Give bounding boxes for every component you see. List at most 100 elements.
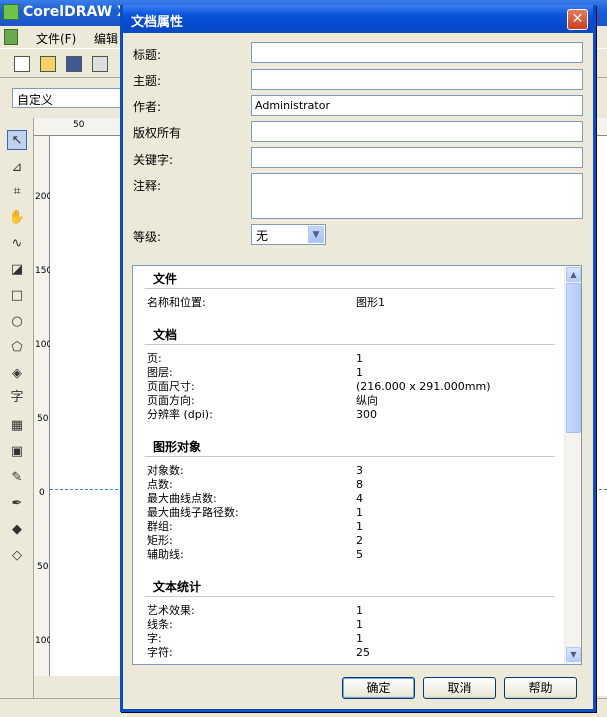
new-document-icon[interactable] xyxy=(14,56,30,72)
info-key: 线条: xyxy=(147,618,173,631)
section-heading: 文件 xyxy=(153,272,178,286)
info-value: 2 xyxy=(356,534,363,547)
section-heading: 文档 xyxy=(153,328,178,342)
ruler-v-label: 50 xyxy=(37,562,49,572)
author-field[interactable]: Administrator xyxy=(251,95,583,116)
info-key: 艺术效果: xyxy=(147,604,195,617)
interactive-fill-tool-icon[interactable]: ◇ xyxy=(7,546,27,566)
info-key: 图层: xyxy=(147,366,173,379)
polygon-tool-icon[interactable]: ⬠ xyxy=(7,338,27,358)
info-value: 1 xyxy=(356,632,363,645)
menu-file[interactable]: 文件(F) xyxy=(36,30,76,47)
info-key: 点数: xyxy=(147,478,173,491)
open-folder-icon[interactable] xyxy=(40,56,56,72)
rectangle-tool-icon[interactable]: □ xyxy=(7,286,27,306)
ellipse-tool-icon[interactable]: ○ xyxy=(7,312,27,332)
info-key: 名称和位置: xyxy=(147,296,206,309)
table-tool-icon[interactable]: ▦ xyxy=(7,416,27,436)
vertical-ruler: 200 150 100 50 0 50 100 xyxy=(34,136,52,696)
text-tool-icon[interactable]: 字 xyxy=(7,388,27,408)
pick-tool-icon[interactable]: ↖ xyxy=(7,130,27,150)
document-icon[interactable] xyxy=(4,29,18,45)
title-field[interactable] xyxy=(251,42,583,63)
section-divider xyxy=(145,344,555,345)
info-value: 1 xyxy=(356,520,363,533)
info-value: 图形1 xyxy=(356,296,385,309)
keywords-field[interactable] xyxy=(251,147,583,168)
page-navigator xyxy=(34,676,120,696)
info-value: 3 xyxy=(356,464,363,477)
ruler-h-label: 50 xyxy=(73,120,85,130)
pan-tool-icon[interactable]: ✋ xyxy=(7,208,27,228)
info-value: (216.000 x 291.000mm) xyxy=(356,380,491,393)
copyright-field[interactable] xyxy=(251,121,583,142)
keywords-label: 关键字: xyxy=(133,153,174,167)
ruler-v-label: 50 xyxy=(37,414,49,424)
menu-edit[interactable]: 编辑 xyxy=(94,30,118,47)
info-value: 1 xyxy=(356,604,363,617)
info-value: 300 xyxy=(356,408,377,421)
subject-field[interactable] xyxy=(251,69,583,90)
ok-button[interactable]: 确定 xyxy=(342,677,415,699)
section-heading: 文本统计 xyxy=(153,580,202,594)
comments-label: 注释: xyxy=(133,179,162,193)
info-key: 页面尺寸: xyxy=(147,380,195,393)
info-key: 辅助线: xyxy=(147,548,184,561)
copyright-label: 版权所有 xyxy=(133,126,182,140)
rating-value: 无 xyxy=(256,229,269,243)
info-value: 4 xyxy=(356,492,363,505)
basic-shapes-tool-icon[interactable]: ◈ xyxy=(7,364,27,384)
info-value: 1 xyxy=(356,506,363,519)
print-icon[interactable] xyxy=(92,56,108,72)
fill-tool-icon[interactable]: ◆ xyxy=(7,520,27,540)
info-key: 最大曲线点数: xyxy=(147,492,217,505)
info-value: 25 xyxy=(356,646,370,659)
section-heading: 图形对象 xyxy=(153,440,202,454)
scroll-down-icon[interactable]: ▼ xyxy=(566,647,581,662)
info-key: 对象数: xyxy=(147,464,184,477)
info-value: 5 xyxy=(356,548,363,561)
toolbox: ↖ ⊿ ⌗ ✋ ∿ ◪ □ ○ ⬠ ◈ 字 ▦ ▣ ✎ ✒ ◆ ◇ xyxy=(0,118,34,698)
shape-tool-icon[interactable]: ⊿ xyxy=(7,158,27,178)
section-divider xyxy=(145,596,555,597)
subject-label: 主题: xyxy=(133,74,162,88)
freehand-tool-icon[interactable]: ∿ xyxy=(7,234,27,254)
eyedropper-tool-icon[interactable]: ✎ xyxy=(7,468,27,488)
info-key: 群组: xyxy=(147,520,173,533)
scroll-thumb[interactable] xyxy=(566,283,581,433)
info-value: 1 xyxy=(356,352,363,365)
dialog-title-bar: 文档属性 ✕ xyxy=(123,5,593,33)
comments-field[interactable] xyxy=(251,173,583,219)
info-value: 1 xyxy=(356,618,363,631)
close-button[interactable]: ✕ xyxy=(567,9,588,30)
help-button[interactable]: 帮助 xyxy=(504,677,577,699)
shadow-tool-icon[interactable]: ▣ xyxy=(7,442,27,462)
info-key: 页面方向: xyxy=(147,394,195,407)
info-value: 1 xyxy=(356,366,363,379)
cancel-button[interactable]: 取消 xyxy=(423,677,496,699)
document-properties-dialog: 文档属性 ✕ 标题: 主题: 作者: Administrator 版权所有 关键… xyxy=(120,5,596,712)
author-label: 作者: xyxy=(133,100,162,114)
document-info-panel[interactable]: 文件 名称和位置: 图形1 文档 页: 1 图层: 1 页面尺寸: (216.0… xyxy=(132,265,582,665)
smart-fill-tool-icon[interactable]: ◪ xyxy=(7,260,27,280)
rating-select[interactable]: 无 ▼ xyxy=(251,224,326,245)
info-value: 纵向 xyxy=(356,394,378,407)
ruler-v-label: 0 xyxy=(39,488,45,498)
section-divider xyxy=(145,288,555,289)
info-key: 页: xyxy=(147,352,162,365)
info-key: 矩形: xyxy=(147,534,173,547)
page-preset-select[interactable]: 自定义 xyxy=(12,88,122,108)
rating-label: 等级: xyxy=(133,230,162,244)
info-scrollbar[interactable]: ▲ ▼ xyxy=(564,266,581,664)
chevron-down-icon[interactable]: ▼ xyxy=(308,226,324,243)
info-key: 分辨率 (dpi): xyxy=(147,408,213,421)
save-icon[interactable] xyxy=(66,56,82,72)
title-label: 标题: xyxy=(133,48,162,62)
scroll-up-icon[interactable]: ▲ xyxy=(566,267,581,282)
outline-tool-icon[interactable]: ✒ xyxy=(7,494,27,514)
section-divider xyxy=(145,456,555,457)
crop-tool-icon[interactable]: ⌗ xyxy=(7,182,27,202)
info-key: 字符: xyxy=(147,646,173,659)
info-value: 8 xyxy=(356,478,363,491)
info-key: 字: xyxy=(147,632,162,645)
